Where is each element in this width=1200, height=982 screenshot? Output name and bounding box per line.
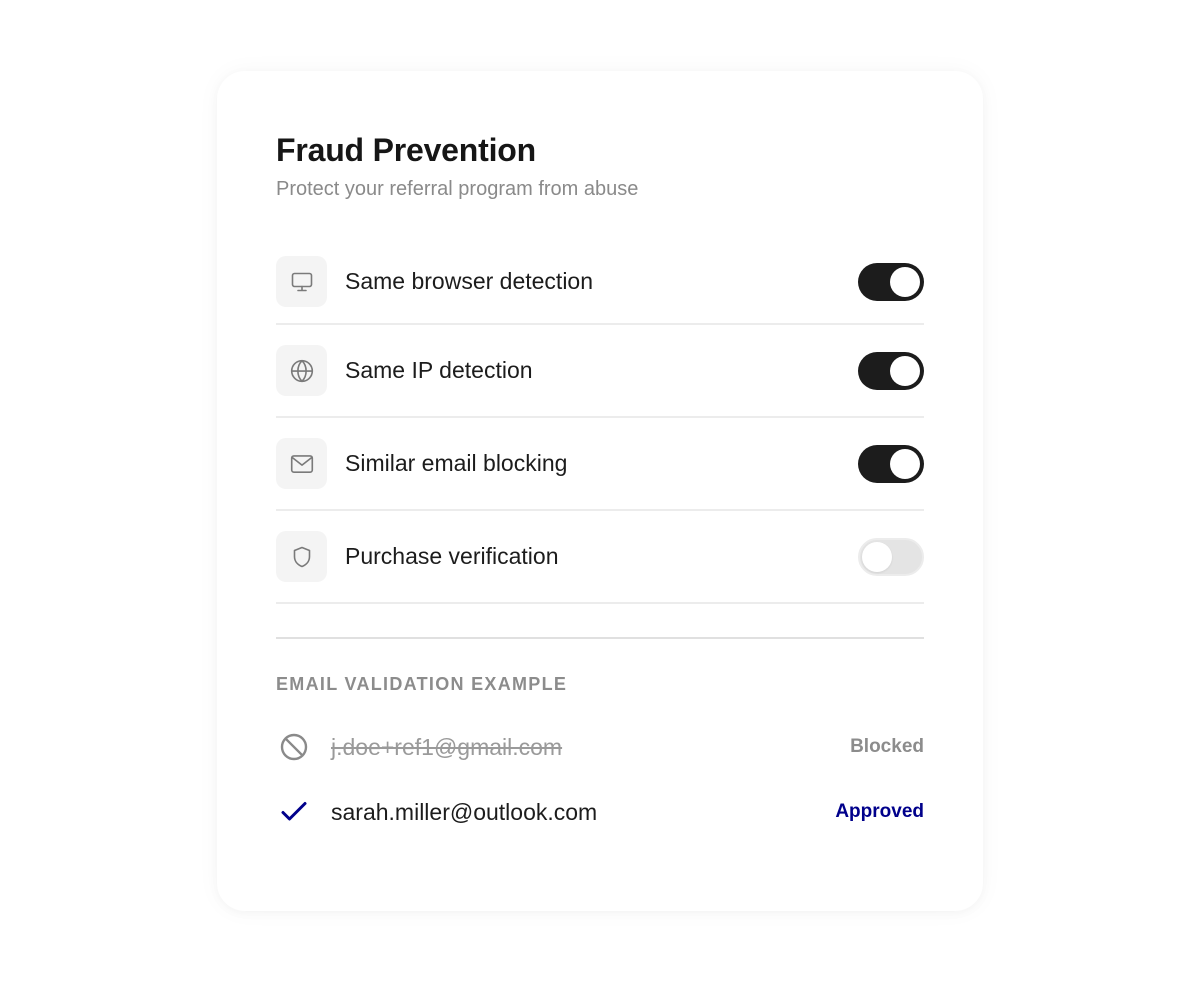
email-validation-heading: EMAIL VALIDATION EXAMPLE xyxy=(276,674,568,694)
settings-list: Same browser detection Same IP detection xyxy=(276,240,924,604)
page-title: Fraud Prevention xyxy=(276,132,536,168)
email-address: sarah.miller@outlook.com xyxy=(331,798,598,825)
toggle-knob xyxy=(890,448,920,479)
setting-label: Same browser detection xyxy=(345,268,594,294)
same-ip-toggle[interactable] xyxy=(858,351,924,390)
same-browser-toggle[interactable] xyxy=(858,262,924,301)
status-label: Approved xyxy=(835,801,924,822)
purchase-verification-toggle[interactable] xyxy=(858,537,924,576)
setting-label: Purchase verification xyxy=(345,543,559,569)
monitor-icon xyxy=(276,256,327,307)
status-label: Blocked xyxy=(850,736,924,757)
blocked-icon xyxy=(276,732,312,762)
section-divider xyxy=(276,637,924,639)
globe-icon xyxy=(276,345,327,396)
setting-row-purchase-verification: Purchase verification xyxy=(276,511,924,604)
setting-label: Similar email blocking xyxy=(345,450,568,476)
toggle-knob xyxy=(862,541,892,572)
setting-row-same-browser: Same browser detection xyxy=(276,240,924,325)
email-row-approved: sarah.miller@outlook.com Approved xyxy=(276,797,924,827)
shield-icon xyxy=(276,531,327,582)
email-address: j.doe+ref1@gmail.com xyxy=(331,733,563,760)
setting-row-same-ip: Same IP detection xyxy=(276,325,924,418)
setting-row-similar-email: Similar email blocking xyxy=(276,418,924,511)
page-subtitle: Protect your referral program from abuse xyxy=(276,178,639,200)
check-icon xyxy=(276,797,312,827)
similar-email-toggle[interactable] xyxy=(858,444,924,483)
toggle-knob xyxy=(890,355,920,386)
mail-icon xyxy=(276,438,327,489)
email-row-blocked: j.doe+ref1@gmail.com Blocked xyxy=(276,732,924,762)
setting-label: Same IP detection xyxy=(345,357,533,383)
toggle-knob xyxy=(890,266,920,297)
fraud-prevention-card: Fraud Prevention Protect your referral p… xyxy=(217,71,983,911)
